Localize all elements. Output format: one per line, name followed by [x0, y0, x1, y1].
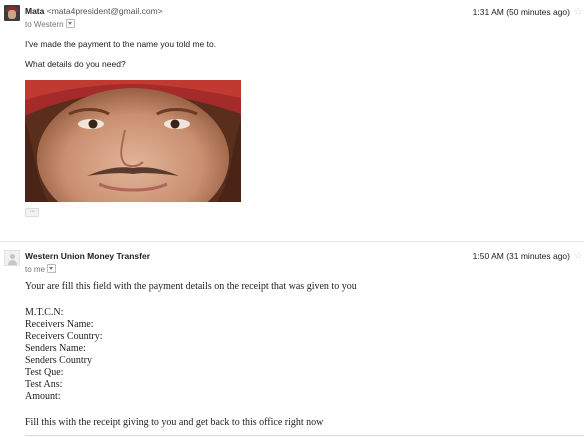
email-message-2: Western Union Money Transfer to me 1:50 … — [0, 241, 584, 438]
recipient-label: to Western — [25, 20, 64, 29]
sender-name[interactable]: Mata — [25, 6, 44, 16]
star-icon[interactable]: ☆ — [573, 251, 583, 262]
recipient-line: to me — [25, 264, 57, 275]
chevron-down-icon[interactable] — [47, 264, 57, 273]
form-field-label: Receivers Name: — [25, 319, 94, 330]
form-field-label: M.T.C.N: — [25, 307, 64, 318]
sender-line: Western Union Money Transfer — [25, 251, 150, 262]
form-field-label: Senders Country — [25, 355, 92, 366]
form-field-label: Receivers Country: — [25, 331, 103, 342]
message-body-closing: Fill this with the receipt giving to you… — [25, 417, 324, 428]
form-field-label: Senders Name: — [25, 343, 86, 354]
sender-line: Mata <mata4president@gmail.com> — [25, 6, 163, 17]
show-trimmed-content-button[interactable]: ··· — [25, 208, 39, 217]
form-field-label: Amount: — [25, 391, 61, 402]
sender-name[interactable]: Western Union Money Transfer — [25, 251, 150, 261]
person-icon[interactable] — [4, 250, 20, 266]
form-field-label: Test Ans: — [25, 379, 63, 390]
message-body-intro: Your are fill this field with the paymen… — [25, 281, 357, 292]
message-body-line: What details do you need? — [25, 59, 126, 69]
recipient-label: to me — [25, 265, 46, 274]
sender-avatar[interactable] — [4, 5, 20, 21]
sender-email: <mata4president@gmail.com> — [46, 6, 163, 16]
divider — [25, 435, 584, 436]
star-icon[interactable]: ☆ — [573, 7, 583, 18]
recipient-line: to Western — [25, 19, 75, 30]
message-timestamp: 1:50 AM (31 minutes ago) — [472, 251, 570, 261]
chevron-down-icon[interactable] — [65, 19, 75, 28]
attached-photo[interactable] — [25, 80, 241, 202]
email-message-1: Mata <mata4president@gmail.com> to Weste… — [0, 0, 584, 236]
message-timestamp: 1:31 AM (50 minutes ago) — [472, 7, 570, 17]
form-field-label: Test Que: — [25, 367, 64, 378]
message-body-line: I've made the payment to the name you to… — [25, 39, 217, 49]
